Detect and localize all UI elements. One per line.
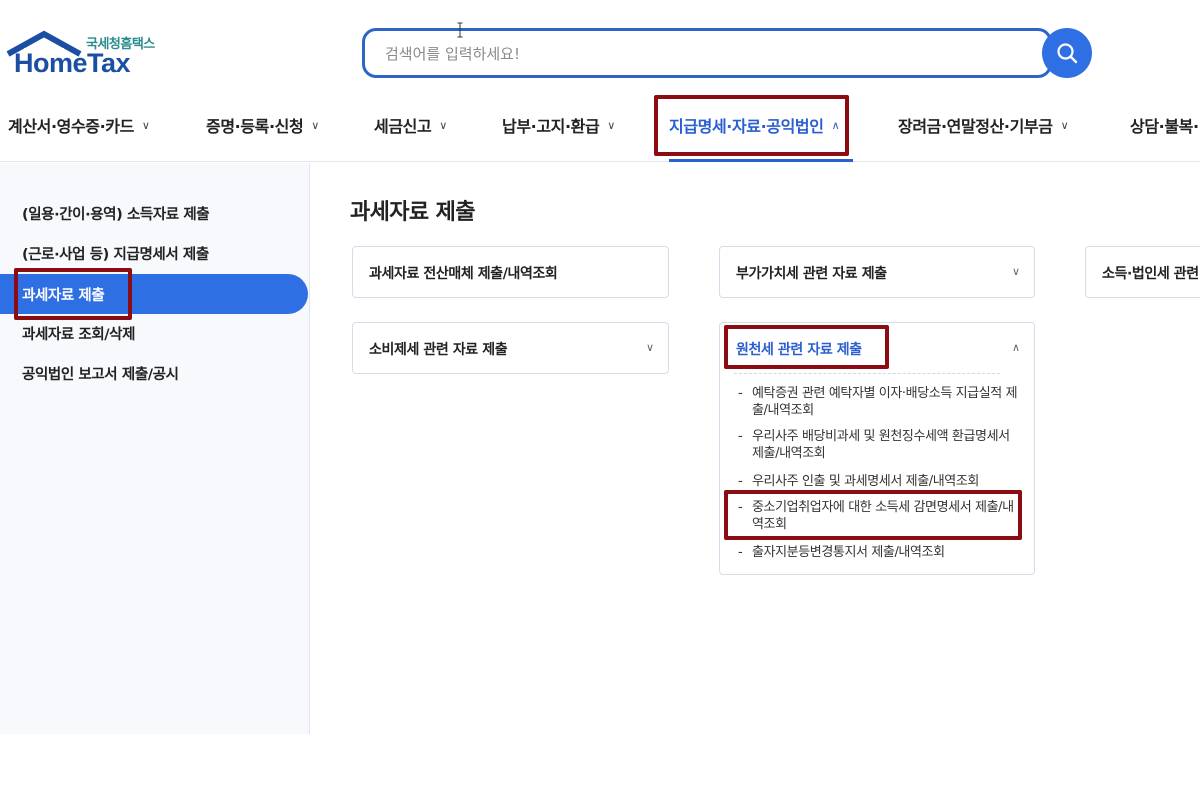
chevron-down-icon: ∨: [1060, 118, 1069, 132]
card-vat-data-submit[interactable]: 부가가치세 관련 자료 제출 ∨: [719, 246, 1035, 298]
sub-item-label: 예탁증권 관련 예탁자별 이자·배당소득 지급실적 제출/내역조회: [752, 386, 1018, 418]
chevron-up-icon[interactable]: ∧: [1012, 341, 1020, 354]
sub-item-esop-withdrawal[interactable]: - 우리사주 인출 및 과세명세서 제출/내역조회: [738, 473, 1018, 490]
nav-item-label: 상담·불복·: [1130, 117, 1199, 136]
sidebar-item-public-interest-report[interactable]: 공익법인 보고서 제출/공시: [0, 353, 308, 393]
text-cursor-icon: [457, 22, 463, 38]
nav-item-consultation[interactable]: 상담·불복·: [1130, 112, 1199, 138]
card-label: 소득·법인세 관련: [1102, 266, 1199, 282]
sidebar-item-daily-income[interactable]: (일용·간이·용역) 소득자료 제출: [0, 193, 308, 233]
nav-item-incentives[interactable]: 장려금·연말정산·기부금 ∨: [898, 112, 1069, 138]
header: 국세청홈택스 HomeTax: [0, 0, 1200, 90]
annotation-box-sidebar: [14, 268, 132, 320]
sub-item-label: 출자지분등변경통지서 제출/내역조회: [752, 545, 945, 560]
annotation-box-subitem: [724, 490, 1022, 540]
nav-item-label: 증명·등록·신청: [206, 117, 304, 136]
annotation-box-card: [724, 325, 889, 369]
chevron-down-icon: ∨: [1011, 265, 1020, 278]
sub-item-esop-dividend-refund[interactable]: - 우리사주 배당비과세 및 원천징수세액 환급명세서 제출/내역조회: [738, 428, 1018, 462]
nav-item-certificates[interactable]: 증명·등록·신청 ∨: [206, 112, 319, 138]
search-box: [362, 28, 1052, 78]
chevron-down-icon: ∨: [645, 341, 654, 354]
nav-item-payment[interactable]: 납부·고지·환급 ∨: [502, 112, 615, 138]
active-nav-underline: [669, 159, 853, 162]
chevron-down-icon: ∨: [607, 118, 615, 132]
sidebar-item-label: (근로·사업 등) 지급명세서 제출: [22, 246, 209, 263]
hometax-logo[interactable]: 국세청홈택스 HomeTax: [6, 30, 166, 80]
bullet-dash: -: [738, 474, 743, 489]
card-electronic-media-submit[interactable]: 과세자료 전산매체 제출/내역조회: [352, 246, 669, 298]
card-income-corporate-tax[interactable]: 소득·법인세 관련: [1085, 246, 1200, 298]
search-button[interactable]: [1042, 28, 1092, 78]
sub-item-equity-change-notice[interactable]: - 출자지분등변경통지서 제출/내역조회: [738, 544, 1018, 561]
page-title: 과세자료 제출: [350, 200, 476, 225]
sidebar-item-label: (일용·간이·용역) 소득자료 제출: [22, 206, 210, 223]
card-label: 과세자료 전산매체 제출/내역조회: [369, 266, 558, 282]
sidebar-item-payment-statement[interactable]: (근로·사업 등) 지급명세서 제출: [0, 233, 308, 273]
sub-item-label: 우리사주 인출 및 과세명세서 제출/내역조회: [752, 474, 979, 489]
chevron-down-icon: ∨: [439, 118, 447, 132]
card-label: 부가가치세 관련 자료 제출: [736, 266, 887, 282]
card-excise-tax-submit[interactable]: 소비제세 관련 자료 제출 ∨: [352, 322, 669, 374]
card-label: 소비제세 관련 자료 제출: [369, 342, 508, 358]
annotation-box-nav: [654, 95, 849, 156]
search-input[interactable]: [385, 41, 1025, 67]
search-icon: [1057, 43, 1078, 64]
sub-item-label: 우리사주 배당비과세 및 원천징수세액 환급명세서 제출/내역조회: [752, 429, 1010, 461]
logo-title: HomeTax: [14, 48, 131, 78]
divider: [734, 373, 1000, 374]
nav-item-label: 납부·고지·환급: [502, 117, 600, 136]
sidebar-item-label: 과세자료 조회/삭제: [22, 326, 136, 343]
bullet-dash: -: [738, 429, 743, 444]
nav-item-receipts[interactable]: 계산서·영수증·카드 ∨: [8, 112, 150, 138]
chevron-down-icon: ∨: [311, 118, 319, 132]
chevron-down-icon: ∨: [141, 118, 150, 132]
sub-item-securities-interest-dividend[interactable]: - 예탁증권 관련 예탁자별 이자·배당소득 지급실적 제출/내역조회: [738, 385, 1018, 419]
nav-item-label: 계산서·영수증·카드: [8, 117, 134, 136]
nav-item-tax-filing[interactable]: 세금신고 ∨: [374, 112, 447, 138]
nav-item-label: 세금신고: [374, 117, 432, 136]
nav-item-label: 장려금·연말정산·기부금: [898, 117, 1053, 136]
sidebar-item-label: 공익법인 보고서 제출/공시: [22, 366, 179, 383]
main-nav: 계산서·영수증·카드 ∨ 증명·등록·신청 ∨ 세금신고 ∨ 납부·고지·환급 …: [0, 90, 1200, 162]
bullet-dash: -: [738, 545, 743, 560]
bullet-dash: -: [738, 386, 743, 401]
sidebar: (일용·간이·용역) 소득자료 제출 (근로·사업 등) 지급명세서 제출 과세…: [0, 163, 310, 734]
